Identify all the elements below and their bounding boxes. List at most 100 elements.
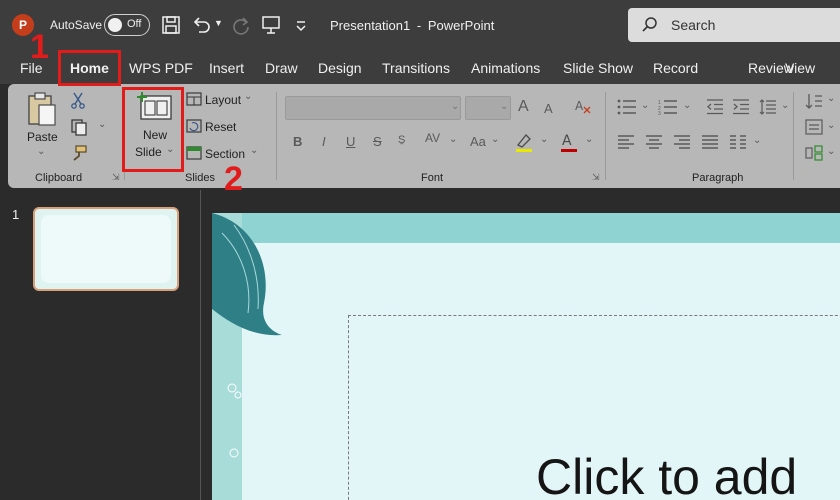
svg-text:A: A — [575, 99, 584, 113]
title-placeholder-text[interactable]: Click to add — [536, 448, 797, 500]
italic-icon[interactable]: I — [322, 134, 326, 149]
app-name: PowerPoint — [427, 18, 495, 33]
reset-icon[interactable] — [186, 119, 202, 134]
toggle-knob — [108, 18, 122, 32]
clear-formatting-icon[interactable]: A — [574, 97, 592, 115]
layout-dropdown-icon[interactable]: ⌄ — [244, 91, 252, 102]
undo-icon[interactable] — [190, 14, 212, 36]
layout-label[interactable]: Layout — [205, 93, 241, 107]
thumbnail-content-area — [41, 215, 171, 283]
tab-animations[interactable]: Animations — [471, 60, 540, 76]
pane-divider[interactable] — [200, 190, 201, 500]
layout-icon[interactable] — [186, 92, 202, 107]
reset-label[interactable]: Reset — [205, 120, 236, 134]
align-text-icon[interactable] — [805, 119, 823, 135]
clipboard-group-label: Clipboard — [35, 172, 83, 184]
text-direction-dropdown-icon[interactable]: ⌄ — [827, 93, 835, 104]
highlight-color-icon[interactable] — [514, 131, 534, 153]
columns-icon[interactable] — [729, 134, 747, 150]
bold-icon[interactable]: B — [293, 134, 302, 149]
text-direction-icon[interactable] — [805, 92, 823, 110]
tab-slide-show[interactable]: Slide Show — [563, 60, 633, 76]
paste-dropdown-icon[interactable]: ⌄ — [37, 146, 45, 157]
character-spacing-icon[interactable]: AV — [425, 131, 440, 145]
font-color-dropdown-icon[interactable]: ⌄ — [585, 134, 593, 145]
paste-label[interactable]: Paste — [27, 130, 58, 144]
shrink-font-icon[interactable]: A — [544, 101, 553, 116]
align-text-dropdown-icon[interactable]: ⌄ — [827, 120, 835, 131]
line-spacing-icon[interactable] — [759, 99, 777, 115]
tab-insert[interactable]: Insert — [209, 60, 244, 76]
tab-wps-pdf[interactable]: WPS PDF — [129, 60, 193, 76]
svg-text:3: 3 — [658, 111, 661, 115]
font-launcher-icon[interactable]: ⇲ — [592, 172, 600, 183]
line-spacing-dropdown-icon[interactable]: ⌄ — [781, 100, 789, 111]
section-label[interactable]: Section — [205, 147, 245, 161]
bullets-dropdown-icon[interactable]: ⌄ — [641, 100, 649, 111]
group-divider — [605, 92, 606, 180]
copy-icon[interactable] — [70, 118, 88, 136]
customize-qat-icon[interactable] — [290, 14, 312, 36]
undo-dropdown-icon[interactable]: ▼ — [214, 18, 223, 28]
grow-font-icon[interactable]: A — [518, 98, 529, 116]
character-spacing-dropdown-icon[interactable]: ⌄ — [449, 134, 457, 145]
highlight-dropdown-icon[interactable]: ⌄ — [540, 134, 548, 145]
group-divider — [276, 92, 277, 180]
font-group-label: Font — [421, 172, 444, 184]
home-tab-highlight — [58, 50, 121, 86]
font-color-icon[interactable]: A — [559, 131, 579, 153]
align-left-icon[interactable] — [617, 134, 635, 150]
align-right-icon[interactable] — [673, 134, 691, 150]
font-size-chevron-icon: ⌄ — [500, 101, 509, 112]
font-name-chevron-icon: ⌄ — [451, 101, 460, 112]
font-name-dropdown[interactable] — [285, 96, 461, 120]
autosave-toggle[interactable]: Off — [104, 14, 150, 36]
present-icon[interactable] — [260, 14, 282, 36]
tab-view[interactable]: View — [785, 60, 815, 76]
section-icon[interactable] — [186, 146, 202, 161]
format-painter-icon[interactable] — [70, 144, 88, 162]
slides-group-label: Slides — [185, 172, 215, 184]
numbering-icon[interactable]: 123 — [658, 99, 678, 115]
new-slide-highlight — [122, 87, 184, 172]
search-icon — [642, 17, 657, 32]
cut-icon[interactable] — [70, 91, 86, 109]
align-center-icon[interactable] — [645, 134, 663, 150]
paste-icon[interactable] — [26, 92, 58, 128]
section-dropdown-icon[interactable]: ⌄ — [250, 145, 258, 156]
tab-record[interactable]: Record — [653, 60, 698, 76]
text-shadow-icon[interactable]: S̱ — [398, 134, 405, 146]
change-case-icon[interactable]: Aa — [470, 134, 486, 149]
step-1-marker: 1 — [30, 28, 49, 66]
tab-transitions[interactable]: Transitions — [382, 60, 450, 76]
save-icon[interactable] — [160, 14, 182, 36]
tab-draw[interactable]: Draw — [265, 60, 298, 76]
paragraph-group-label: Paragraph — [692, 172, 744, 184]
decrease-indent-icon[interactable] — [706, 99, 724, 115]
copy-dropdown-icon[interactable]: ⌄ — [98, 119, 106, 130]
tab-design[interactable]: Design — [318, 60, 362, 76]
strikethrough-icon[interactable]: S — [373, 134, 382, 149]
group-divider — [793, 92, 794, 180]
clipboard-launcher-icon[interactable]: ⇲ — [112, 172, 120, 183]
search-box[interactable]: Search — [628, 8, 840, 42]
underline-icon[interactable]: U — [346, 134, 355, 149]
slide-thumbnail[interactable] — [33, 207, 179, 291]
smartart-icon[interactable] — [805, 145, 823, 161]
redo-icon[interactable] — [230, 14, 252, 36]
autosave-state: Off — [127, 18, 142, 30]
document-title: Presentation1 - PowerPoint — [330, 18, 497, 33]
numbering-dropdown-icon[interactable]: ⌄ — [683, 100, 691, 111]
justify-icon[interactable] — [701, 134, 719, 150]
change-case-dropdown-icon[interactable]: ⌄ — [491, 134, 499, 145]
smartart-dropdown-icon[interactable]: ⌄ — [827, 146, 835, 157]
title-bar: P AutoSave Off ▼ Presentation1 - PowerPo… — [0, 0, 840, 50]
title-separator: - — [416, 18, 422, 33]
increase-indent-icon[interactable] — [732, 99, 750, 115]
autosave-label: AutoSave — [50, 18, 103, 32]
svg-text:A: A — [562, 133, 572, 149]
step-2-marker: 2 — [224, 160, 243, 198]
slide-number: 1 — [12, 207, 20, 222]
bullets-icon[interactable] — [617, 99, 637, 115]
columns-dropdown-icon[interactable]: ⌄ — [753, 135, 761, 146]
